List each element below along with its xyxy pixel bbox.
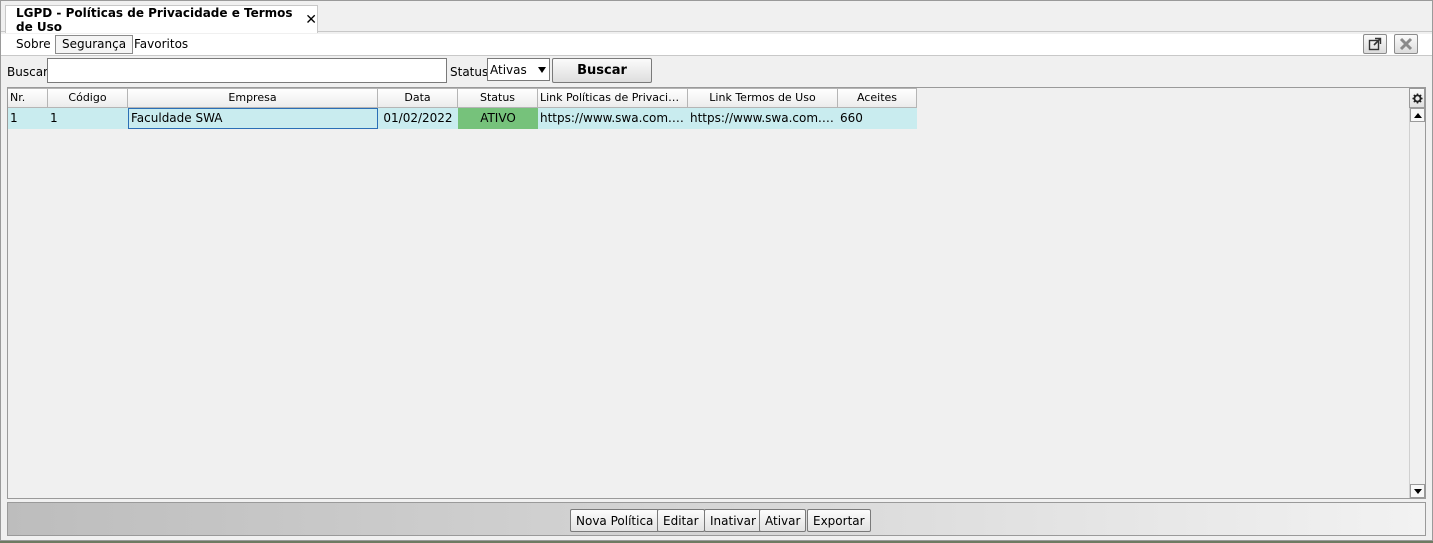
tab-title: LGPD - Políticas de Privacidade e Termos… (16, 5, 293, 34)
arrow-down-icon (1414, 489, 1422, 494)
scroll-down-button[interactable] (1410, 484, 1425, 498)
search-label: Buscar: (7, 65, 52, 79)
cell-link-termos[interactable]: https://www.swa.com.br/... (688, 108, 838, 129)
menu-item-seguranca[interactable]: Segurança (55, 35, 134, 54)
close-window-button[interactable] (1394, 34, 1418, 54)
menu-bar: Sobre Segurança Favoritos (1, 34, 1432, 56)
ativar-button[interactable]: Ativar (759, 509, 807, 532)
cell-codigo: 1 (50, 111, 58, 125)
cell-link-politicas[interactable]: https://www.swa.com.br/... (538, 108, 688, 129)
cell-nr: 1 (10, 111, 18, 125)
exportar-button[interactable]: Exportar (807, 509, 871, 532)
search-input[interactable] (47, 58, 447, 83)
app-window: LGPD - Políticas de Privacidade e Termos… (0, 0, 1433, 541)
editar-button[interactable]: Editar (657, 509, 705, 532)
table-row[interactable]: 1 1 Faculdade SWA 01/02/2022 ATIVO https… (8, 108, 917, 129)
col-header-empresa[interactable]: Empresa (128, 88, 378, 108)
tab-close-icon[interactable]: ✕ (305, 12, 317, 28)
policies-table: Nr. Código Empresa Data Status Link Polí… (7, 87, 1426, 499)
table-header: Nr. Código Empresa Data Status Link Polí… (8, 88, 917, 108)
vertical-scrollbar[interactable] (1409, 108, 1425, 498)
arrow-up-icon (1414, 113, 1422, 118)
status-select-value: Ativas (490, 62, 527, 77)
inativar-button[interactable]: Inativar (704, 509, 762, 532)
chevron-down-icon (538, 67, 546, 73)
scroll-up-button[interactable] (1410, 108, 1425, 122)
col-header-data[interactable]: Data (378, 88, 458, 108)
col-header-status[interactable]: Status (458, 88, 538, 108)
cell-empresa[interactable]: Faculdade SWA (128, 108, 378, 129)
external-window-icon (1368, 37, 1382, 51)
cell-aceites: 660 (840, 111, 863, 125)
tab-strip: LGPD - Políticas de Privacidade e Termos… (1, 1, 1432, 34)
search-bar: Buscar: Status: Ativas Buscar (1, 57, 1432, 87)
col-header-nr[interactable]: Nr. (8, 88, 48, 108)
gear-icon (1411, 92, 1423, 104)
cell-data: 01/02/2022 (383, 111, 453, 125)
status-label: Status: (450, 65, 493, 79)
close-icon (1399, 37, 1413, 51)
menu-item-sobre[interactable]: Sobre (9, 35, 58, 54)
grid-settings-button[interactable] (1409, 88, 1425, 108)
menu-item-favoritos[interactable]: Favoritos (127, 35, 195, 54)
nova-politica-button[interactable]: Nova Política (570, 509, 660, 532)
col-header-codigo[interactable]: Código (48, 88, 128, 108)
action-toolbar: Nova Política Editar Inativar Ativar Exp… (7, 502, 1426, 536)
status-select[interactable]: Ativas (487, 58, 550, 81)
tab-lgpd[interactable]: LGPD - Políticas de Privacidade e Termos… (5, 5, 318, 34)
col-header-aceites[interactable]: Aceites (838, 88, 917, 108)
col-header-link-termos[interactable]: Link Termos de Uso (688, 88, 838, 108)
col-header-link-politicas[interactable]: Link Políticas de Privacid... (538, 88, 688, 108)
status-badge: ATIVO (458, 108, 538, 129)
popout-button[interactable] (1363, 34, 1387, 54)
buscar-button[interactable]: Buscar (552, 58, 652, 83)
